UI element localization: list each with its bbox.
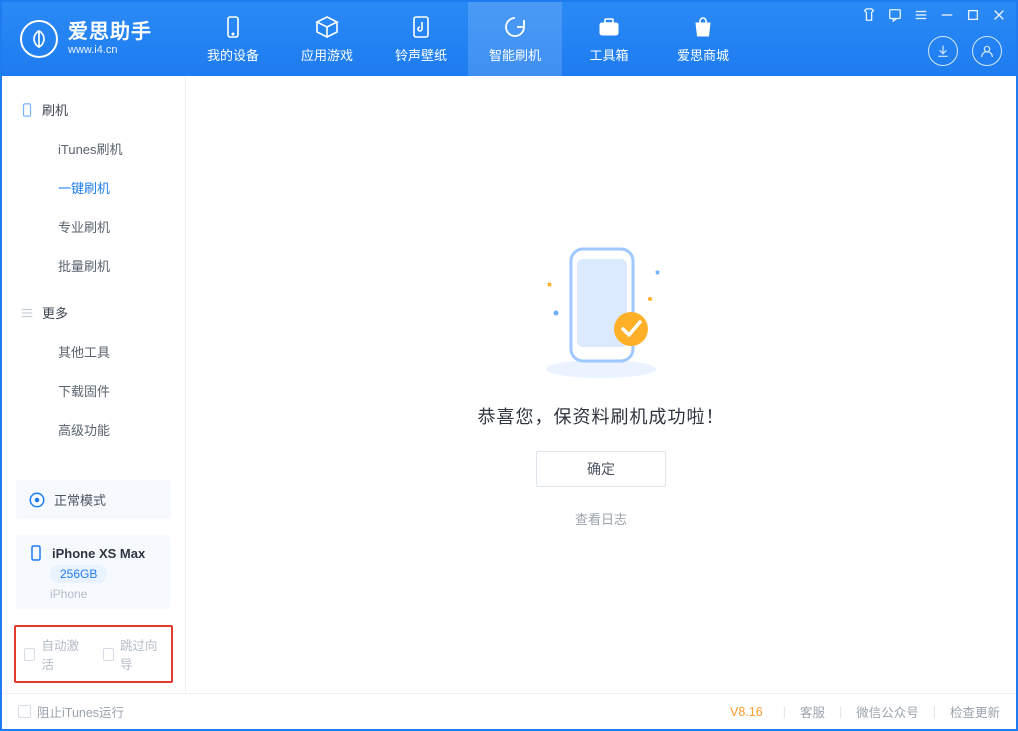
- cube-icon: [315, 15, 339, 39]
- success-illustration: [516, 241, 686, 381]
- sidebar-item-pro-flash[interactable]: 专业刷机: [2, 207, 185, 246]
- logo-icon: [20, 20, 58, 58]
- nav-apps-games[interactable]: 应用游戏: [280, 2, 374, 76]
- device-card[interactable]: iPhone XS Max 256GB iPhone: [16, 535, 171, 609]
- window-controls: [862, 8, 1006, 22]
- maximize-icon[interactable]: [966, 8, 980, 22]
- sidebar-group-flash[interactable]: 刷机: [2, 90, 185, 129]
- nav-my-device[interactable]: 我的设备: [186, 2, 280, 76]
- checkbox-label: 阻止iTunes运行: [37, 702, 124, 721]
- nav-label: 工具箱: [589, 45, 628, 64]
- sidebar-item-batch-flash[interactable]: 批量刷机: [2, 246, 185, 285]
- feedback-icon[interactable]: [888, 8, 902, 22]
- flash-options-highlighted: 自动激活 跳过向导: [14, 625, 173, 683]
- header-right-icons: [928, 36, 1002, 66]
- sidebar-item-download-firmware[interactable]: 下载固件: [2, 371, 185, 410]
- minimize-icon[interactable]: [940, 8, 954, 22]
- nav-label: 铃声壁纸: [395, 45, 447, 64]
- checkbox-skip-wizard[interactable]: 跳过向导: [103, 635, 164, 673]
- footer-link-update[interactable]: 检查更新: [950, 702, 1000, 721]
- nav-toolbox[interactable]: 工具箱: [562, 2, 656, 76]
- music-file-icon: [409, 15, 433, 39]
- checkbox-label: 自动激活: [41, 635, 84, 673]
- toolbox-icon: [597, 15, 621, 39]
- main-content: 恭喜您，保资料刷机成功啦！ 确定 查看日志: [186, 76, 1016, 693]
- checkbox-label: 跳过向导: [120, 635, 163, 673]
- user-icon[interactable]: [972, 36, 1002, 66]
- ok-button[interactable]: 确定: [536, 451, 666, 487]
- group-title: 刷机: [42, 100, 68, 119]
- mode-label: 正常模式: [54, 490, 106, 509]
- version-label: V8.16: [730, 705, 763, 719]
- bag-icon: [691, 15, 715, 39]
- sidebar-item-other-tools[interactable]: 其他工具: [2, 332, 185, 371]
- view-log-link[interactable]: 查看日志: [575, 509, 627, 528]
- nav-label: 智能刷机: [489, 45, 541, 64]
- sidebar-item-advanced[interactable]: 高级功能: [2, 410, 185, 449]
- checkbox-auto-activate[interactable]: 自动激活: [24, 635, 85, 673]
- refresh-shield-icon: [503, 15, 527, 39]
- download-icon[interactable]: [928, 36, 958, 66]
- footer-link-wechat[interactable]: 微信公众号: [856, 702, 919, 721]
- nav-smart-flash[interactable]: 智能刷机: [468, 2, 562, 76]
- app-subtitle: www.i4.cn: [68, 44, 152, 57]
- device-type: iPhone: [50, 587, 87, 601]
- success-message: 恭喜您，保资料刷机成功啦！: [478, 403, 725, 429]
- device-phone-icon: [28, 545, 44, 561]
- sidebar-group-more[interactable]: 更多: [2, 293, 185, 332]
- nav-label: 我的设备: [207, 45, 259, 64]
- nav-store[interactable]: 爱思商城: [656, 2, 750, 76]
- group-title: 更多: [42, 303, 68, 322]
- sidebar: 刷机 iTunes刷机 一键刷机 专业刷机 批量刷机 更多 其他工具 下载固件 …: [2, 76, 186, 693]
- nav-label: 应用游戏: [301, 45, 353, 64]
- device-storage: 256GB: [50, 565, 107, 583]
- logo-area: 爱思助手 www.i4.cn: [2, 20, 186, 58]
- device-icon: [221, 15, 245, 39]
- mode-icon: [28, 491, 46, 509]
- main-nav: 我的设备 应用游戏 铃声壁纸 智能刷机 工具箱 爱思商城: [186, 2, 750, 76]
- footer-link-support[interactable]: 客服: [800, 702, 825, 721]
- app-header: 爱思助手 www.i4.cn 我的设备 应用游戏 铃声壁纸 智能刷机 工具箱 爱…: [2, 2, 1016, 76]
- nav-ringtone-wallpaper[interactable]: 铃声壁纸: [374, 2, 468, 76]
- nav-label: 爱思商城: [677, 45, 729, 64]
- device-name: iPhone XS Max: [52, 546, 145, 561]
- sidebar-item-itunes-flash[interactable]: iTunes刷机: [2, 129, 185, 168]
- list-icon: [20, 306, 34, 320]
- status-bar: 阻止iTunes运行 V8.16 | 客服 | 微信公众号 | 检查更新: [2, 693, 1016, 729]
- app-title: 爱思助手: [68, 21, 152, 44]
- mode-card[interactable]: 正常模式: [16, 480, 171, 519]
- sidebar-item-one-click-flash[interactable]: 一键刷机: [2, 168, 185, 207]
- shirt-icon[interactable]: [862, 8, 876, 22]
- phone-icon: [20, 103, 34, 117]
- checkbox-stop-itunes[interactable]: 阻止iTunes运行: [18, 702, 124, 721]
- close-icon[interactable]: [992, 8, 1006, 22]
- menu-icon[interactable]: [914, 8, 928, 22]
